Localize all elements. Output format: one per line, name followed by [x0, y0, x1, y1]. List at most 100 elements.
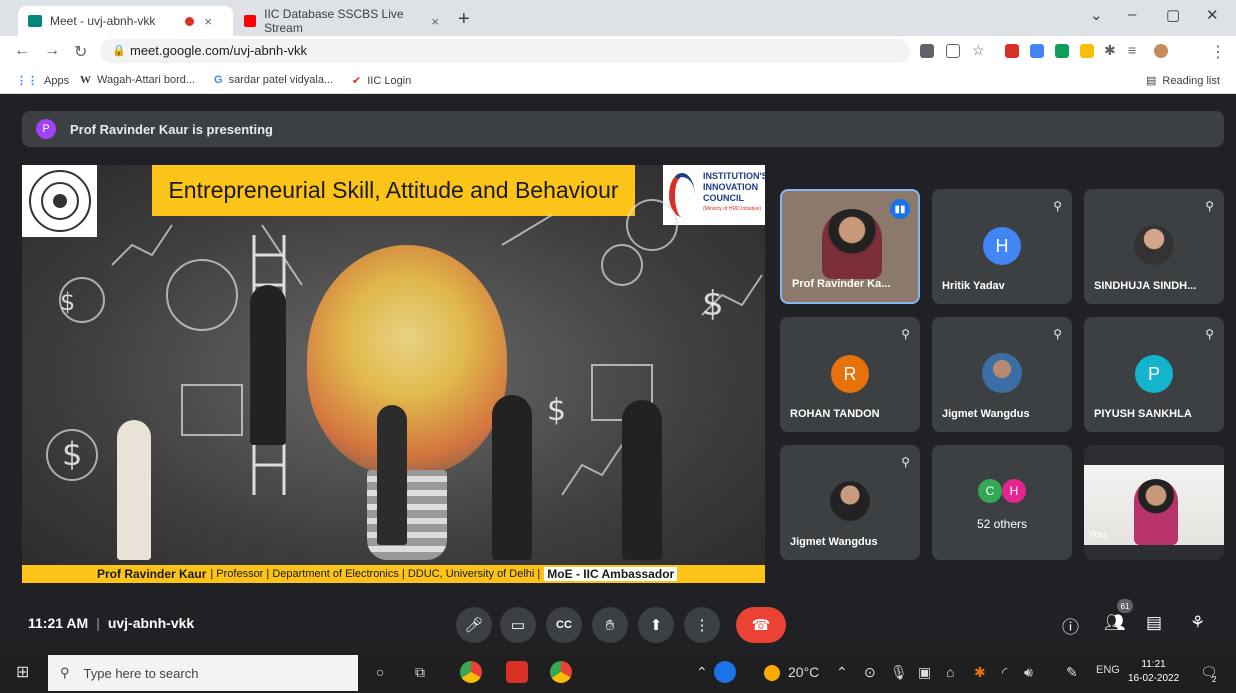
minimize-button[interactable]: – [1128, 6, 1136, 23]
leave-call-button[interactable]: ☎︎ [736, 607, 786, 643]
meeting-info-icon[interactable]: ⓘ [1062, 613, 1079, 638]
bookmark-apps[interactable]: ⋮⋮ Apps [16, 74, 69, 88]
participant-tile[interactable]: ⚲ SINDHUJA SINDH... [1084, 189, 1224, 304]
participant-avatar [830, 481, 870, 521]
self-label: You [1088, 529, 1107, 541]
browser-tab-strip: Meet - uvj-abnh-vkk × IIC Database SSCBS… [0, 0, 1236, 36]
captions-button[interactable]: CC [546, 607, 582, 643]
bookmark-iic-login[interactable]: ✔ IIC Login [352, 74, 412, 88]
wifi-icon[interactable]: ◜ [1002, 664, 1007, 681]
microphone-tray-icon[interactable]: 🎙︎ [890, 664, 908, 681]
present-now-button[interactable]: ⬆ [638, 607, 674, 643]
taskbar-clock[interactable]: 11:21 16-02-2022 [1128, 658, 1179, 686]
extension-icon[interactable] [1080, 44, 1094, 58]
tab-search-button[interactable]: ⌄ [1090, 6, 1103, 24]
bookmark-wagah-attari[interactable]: W Wagah-Attari bord... [80, 74, 195, 86]
self-video: You [1084, 465, 1224, 545]
others-tile[interactable]: C H 52 others [932, 445, 1072, 560]
forward-arrow-icon[interactable]: → [44, 42, 60, 60]
microphone-button[interactable]: 🎤︎ [456, 607, 492, 643]
participant-name: SINDHUJA SINDH... [1094, 280, 1197, 292]
bookmark-label: Wagah-Attari bord... [97, 74, 196, 86]
windows-start-icon[interactable]: ⊞ [16, 662, 29, 682]
meeting-code: uvj-abnh-vkk [107, 615, 195, 631]
drive-extension-icon[interactable] [1055, 44, 1069, 58]
tray-icon[interactable]: ⌂ [946, 664, 954, 680]
task-view-icon[interactable]: ⧉ [415, 664, 425, 681]
media-control-icon[interactable]: ≡ [1128, 42, 1136, 58]
restore-button[interactable]: ▢ [1166, 6, 1180, 24]
self-tile[interactable]: You [1084, 445, 1224, 560]
participant-tile-presenter[interactable]: ▮▮ Prof Ravinder Ka... [780, 189, 920, 304]
self-figure [1134, 479, 1178, 545]
participant-avatar [1134, 225, 1174, 265]
svg-text:$: $ [547, 393, 566, 428]
address-bar[interactable]: 🔒 meet.google.com/uvj-abnh-vkk [100, 39, 910, 63]
close-window-button[interactable]: ✕ [1206, 6, 1219, 24]
google-icon: G [214, 74, 223, 86]
search-icon: ⚲ [60, 665, 70, 680]
raise-hand-button[interactable]: ✋︎ [592, 607, 628, 643]
pdf-app-icon[interactable] [506, 661, 528, 683]
reading-list-button[interactable]: ▤ Reading list [1146, 74, 1220, 88]
participant-tile[interactable]: ⚲ H Hritik Yadav [932, 189, 1072, 304]
apps-grid-icon: ⋮⋮ [16, 75, 38, 87]
participant-tile[interactable]: ⚲ R ROHAN TANDON [780, 317, 920, 432]
weather-temp[interactable]: 20°C [788, 664, 819, 680]
participant-tile[interactable]: ⚲ Jigmet Wangdus [780, 445, 920, 560]
tray-icon[interactable]: ▣ [918, 664, 931, 681]
help-icon[interactable] [714, 661, 736, 683]
activities-icon[interactable]: ⚘ [1190, 613, 1205, 633]
chrome-app-icon[interactable] [460, 661, 482, 683]
tab-meet[interactable]: Meet - uvj-abnh-vkk × [18, 6, 233, 36]
search-placeholder: Type here to search [83, 665, 199, 681]
cortana-icon[interactable]: ○ [376, 664, 384, 680]
tab-close-icon[interactable]: × [431, 14, 439, 29]
more-options-button[interactable]: ⋮ [684, 607, 720, 643]
camera-button[interactable]: ▭ [500, 607, 536, 643]
participant-avatar: P [1135, 355, 1173, 393]
lock-icon: 🔒 [112, 45, 126, 57]
reading-list-label: Reading list [1162, 74, 1220, 87]
extension-icon[interactable] [1030, 44, 1044, 58]
participant-tile[interactable]: ⚲ Jigmet Wangdus [932, 317, 1072, 432]
bookmark-label: IIC Login [367, 74, 412, 87]
speaking-indicator-icon: ▮▮ [890, 199, 910, 219]
mic-off-icon: ⚲ [1053, 327, 1062, 341]
chrome-app-icon[interactable] [550, 661, 572, 683]
participant-name: Jigmet Wangdus [942, 408, 1030, 420]
tab-iic-database[interactable]: IIC Database SSCBS Live Stream × [234, 6, 449, 36]
svg-text:$: $ [62, 435, 82, 473]
share-icon[interactable] [946, 44, 960, 58]
people-icon[interactable]: 👥︎ [1104, 613, 1126, 633]
camera-icon[interactable] [920, 44, 934, 58]
tray-chevron-icon[interactable]: ⌃ [836, 664, 848, 681]
person-figure [377, 405, 407, 545]
reload-icon[interactable]: ↻ [74, 42, 87, 62]
menu-dots-icon[interactable]: ⋮ [1210, 42, 1226, 62]
svg-text:$: $ [60, 288, 75, 316]
bookmark-star-icon[interactable]: ☆ [972, 42, 985, 59]
clock-time: 11:21 [1141, 659, 1166, 670]
tray-icon[interactable]: ✱ [974, 664, 986, 681]
meet-control-bar: 11:21 AM | uvj-abnh-vkk 🎤︎ ▭ CC ✋︎ ⬆ ⋮ ☎︎ … [0, 595, 1236, 653]
puzzle-extensions-icon[interactable]: ✱ [1104, 42, 1116, 59]
language-indicator[interactable]: ENG [1096, 664, 1120, 676]
participant-video [822, 209, 882, 279]
chat-icon[interactable]: ▤ [1146, 613, 1162, 633]
tray-icon[interactable]: ⊙ [864, 664, 876, 681]
presentation-slide: Entrepreneurial Skill, Attitude and Beha… [22, 165, 765, 583]
bookmark-sardar-patel[interactable]: G sardar patel vidyala... [214, 74, 333, 86]
back-arrow-icon[interactable]: ← [14, 42, 30, 60]
participant-name: ROHAN TANDON [790, 408, 880, 420]
participant-tile[interactable]: ⚲ P PIYUSH SANKHLA [1084, 317, 1224, 432]
tab-close-icon[interactable]: × [204, 14, 212, 29]
taskbar-search[interactable]: ⚲ Type here to search [48, 655, 358, 691]
new-tab-button[interactable]: + [458, 8, 470, 31]
volume-icon[interactable]: 🔊︎ [1024, 664, 1033, 681]
show-hidden-icons-icon[interactable]: ⌃ [696, 664, 708, 681]
pen-icon[interactable]: ✎ [1066, 664, 1078, 681]
meet-main: P Prof Ravinder Kaur is presenting Entre… [0, 95, 1236, 653]
profile-avatar[interactable] [1154, 44, 1168, 58]
pdf-extension-icon[interactable] [1005, 44, 1019, 58]
